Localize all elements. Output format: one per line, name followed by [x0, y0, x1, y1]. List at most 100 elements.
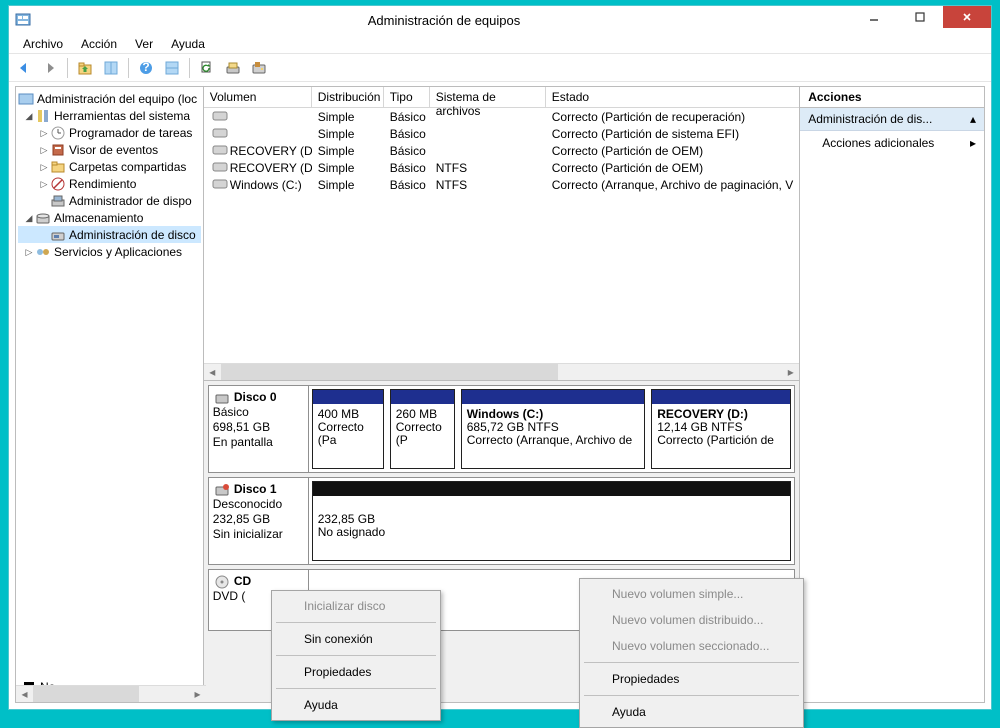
- disk-row-1[interactable]: Disco 1 Desconocido 232,85 GB Sin inicia…: [208, 477, 795, 565]
- tree-sharedfolders[interactable]: ▷ Carpetas compartidas: [18, 158, 201, 175]
- tree-eventviewer[interactable]: ▷ Visor de eventos: [18, 141, 201, 158]
- up-button[interactable]: [74, 57, 96, 79]
- expand-icon[interactable]: ▷: [38, 159, 50, 175]
- ctx-vol-help[interactable]: Ayuda: [582, 699, 801, 725]
- part-status: Correcto (Arranque, Archivo de: [467, 434, 639, 447]
- tree-root[interactable]: Administración del equipo (loc: [18, 90, 201, 107]
- ctx-offline[interactable]: Sin conexión: [274, 626, 438, 652]
- maximize-button[interactable]: [897, 6, 943, 28]
- menu-ayuda[interactable]: Ayuda: [163, 35, 213, 53]
- collapse-icon[interactable]: ◢: [23, 210, 35, 226]
- disk-icon[interactable]: [248, 57, 270, 79]
- menu-archivo[interactable]: Archivo: [15, 35, 71, 53]
- tree-storage[interactable]: ◢ Almacenamiento: [18, 209, 201, 226]
- tree-tools-label: Herramientas del sistema: [54, 108, 190, 124]
- disk0-part-recovery[interactable]: RECOVERY (D:) 12,14 GB NTFS Correcto (Pa…: [651, 389, 791, 469]
- scroll-track[interactable]: [221, 364, 782, 380]
- cell-vol: RECOVERY (D:): [230, 144, 312, 158]
- sidebar-h-scrollbar[interactable]: ◂ ▸: [16, 685, 206, 702]
- tree-performance[interactable]: ▷ Rendimiento: [18, 175, 201, 192]
- col-sistema[interactable]: Sistema de archivos: [430, 87, 546, 107]
- details-view-button[interactable]: [161, 57, 183, 79]
- grid-row[interactable]: RECOVERY (D:) Simple Básico NTFS Correct…: [204, 159, 799, 176]
- disk1-size: 232,85 GB: [213, 512, 270, 526]
- ctx-new-striped[interactable]: Nuevo volumen seccionado...: [582, 633, 801, 659]
- disk-row-0[interactable]: Disco 0 Básico 698,51 GB En pantalla 400…: [208, 385, 795, 473]
- grid-row[interactable]: RECOVERY (D:) Simple Básico Correcto (Pa…: [204, 142, 799, 159]
- part-status: No asignado: [318, 526, 785, 539]
- cdrom-type: DVD (: [213, 589, 246, 603]
- forward-button[interactable]: [39, 57, 61, 79]
- col-estado[interactable]: Estado: [546, 87, 799, 107]
- tree-performance-label: Rendimiento: [69, 176, 136, 192]
- body-frame: Administración del equipo (loc ◢ Herrami…: [15, 86, 985, 703]
- grid-body[interactable]: Simple Básico Correcto (Partición de rec…: [204, 108, 799, 193]
- scroll-thumb[interactable]: [221, 364, 558, 380]
- main-window: Administración de equipos Archivo Acción…: [8, 5, 992, 710]
- col-volumen[interactable]: Volumen: [204, 87, 312, 107]
- cell-dist: Simple: [312, 178, 384, 192]
- expand-icon[interactable]: ▷: [38, 142, 50, 158]
- tree-services[interactable]: ▷ Servicios y Aplicaciones: [18, 243, 201, 260]
- disk0-size: 698,51 GB: [213, 420, 270, 434]
- ctx-new-spanned[interactable]: Nuevo volumen distribuido...: [582, 607, 801, 633]
- disk1-unallocated[interactable]: 232,85 GB No asignado: [312, 481, 791, 561]
- tree-progtask[interactable]: ▷ Programador de tareas: [18, 124, 201, 141]
- scroll-right-icon[interactable]: ▸: [189, 686, 206, 703]
- disk0-part-2[interactable]: 260 MB Correcto (P: [390, 389, 455, 469]
- grid-h-scrollbar[interactable]: ◂ ▸: [204, 363, 799, 380]
- scroll-left-icon[interactable]: ◂: [204, 364, 221, 381]
- ctx-vol-properties[interactable]: Propiedades: [582, 666, 801, 692]
- actions-more[interactable]: Acciones adicionales ▸: [800, 131, 984, 155]
- menu-accion[interactable]: Acción: [73, 35, 125, 53]
- scroll-right-icon[interactable]: ▸: [782, 364, 799, 381]
- view-panes-button[interactable]: [100, 57, 122, 79]
- refresh-icon[interactable]: [196, 57, 218, 79]
- back-button[interactable]: [13, 57, 35, 79]
- titlebar[interactable]: Administración de equipos: [9, 6, 991, 34]
- tree-diskmgmt[interactable]: Administración de disco: [18, 226, 201, 243]
- grid-header[interactable]: Volumen Distribución Tipo Sistema de arc…: [204, 87, 799, 108]
- col-distribucion[interactable]: Distribución: [312, 87, 384, 107]
- close-button[interactable]: [943, 6, 991, 28]
- col-tipo[interactable]: Tipo: [384, 87, 430, 107]
- cell-estado: Correcto (Partición de OEM): [546, 161, 799, 175]
- minimize-button[interactable]: [851, 6, 897, 28]
- collapse-up-icon[interactable]: ▴: [970, 112, 976, 126]
- tree-tools[interactable]: ◢ Herramientas del sistema: [18, 107, 201, 124]
- rescan-icon[interactable]: [222, 57, 244, 79]
- tree-eventviewer-label: Visor de eventos: [69, 142, 158, 158]
- part-status: Correcto (Partición de: [657, 434, 785, 447]
- menu-ver[interactable]: Ver: [127, 35, 161, 53]
- help-button[interactable]: ?: [135, 57, 157, 79]
- tree-storage-label: Almacenamiento: [54, 210, 143, 226]
- hdd-unknown-icon: [215, 483, 229, 497]
- expand-icon[interactable]: ▷: [23, 244, 35, 260]
- cell-dist: Simple: [312, 144, 384, 158]
- expand-icon[interactable]: ▷: [38, 125, 50, 141]
- cell-tipo: Básico: [384, 178, 430, 192]
- tree-devicemgr[interactable]: Administrador de dispo: [18, 192, 201, 209]
- sidebar-tree[interactable]: Administración del equipo (loc ◢ Herrami…: [16, 87, 204, 702]
- scroll-thumb[interactable]: [33, 686, 139, 702]
- scroll-left-icon[interactable]: ◂: [16, 686, 33, 703]
- disk0-header[interactable]: Disco 0 Básico 698,51 GB En pantalla: [209, 386, 309, 472]
- cell-vol: RECOVERY (D:): [230, 161, 312, 175]
- ctx-new-simple[interactable]: Nuevo volumen simple...: [582, 581, 801, 607]
- ctx-init-disk[interactable]: Inicializar disco: [274, 593, 438, 619]
- ctx-properties[interactable]: Propiedades: [274, 659, 438, 685]
- tree-progtask-label: Programador de tareas: [69, 125, 192, 141]
- grid-row[interactable]: Simple Básico Correcto (Partición de rec…: [204, 108, 799, 125]
- grid-row[interactable]: Simple Básico Correcto (Partición de sis…: [204, 125, 799, 142]
- disk0-part-1[interactable]: 400 MB Correcto (Pa: [312, 389, 384, 469]
- volume-grid[interactable]: Volumen Distribución Tipo Sistema de arc…: [204, 87, 799, 380]
- ctx-help[interactable]: Ayuda: [274, 692, 438, 718]
- disk0-part-windows[interactable]: Windows (C:) 685,72 GB NTFS Correcto (Ar…: [461, 389, 645, 469]
- actions-sub[interactable]: Administración de dis... ▴: [800, 108, 984, 131]
- expand-icon[interactable]: ▷: [38, 176, 50, 192]
- scroll-track[interactable]: [33, 686, 189, 702]
- grid-row[interactable]: Windows (C:) Simple Básico NTFS Correcto…: [204, 176, 799, 193]
- collapse-icon[interactable]: ◢: [23, 108, 35, 124]
- disk0-type: Básico: [213, 405, 249, 419]
- disk1-header[interactable]: Disco 1 Desconocido 232,85 GB Sin inicia…: [209, 478, 309, 564]
